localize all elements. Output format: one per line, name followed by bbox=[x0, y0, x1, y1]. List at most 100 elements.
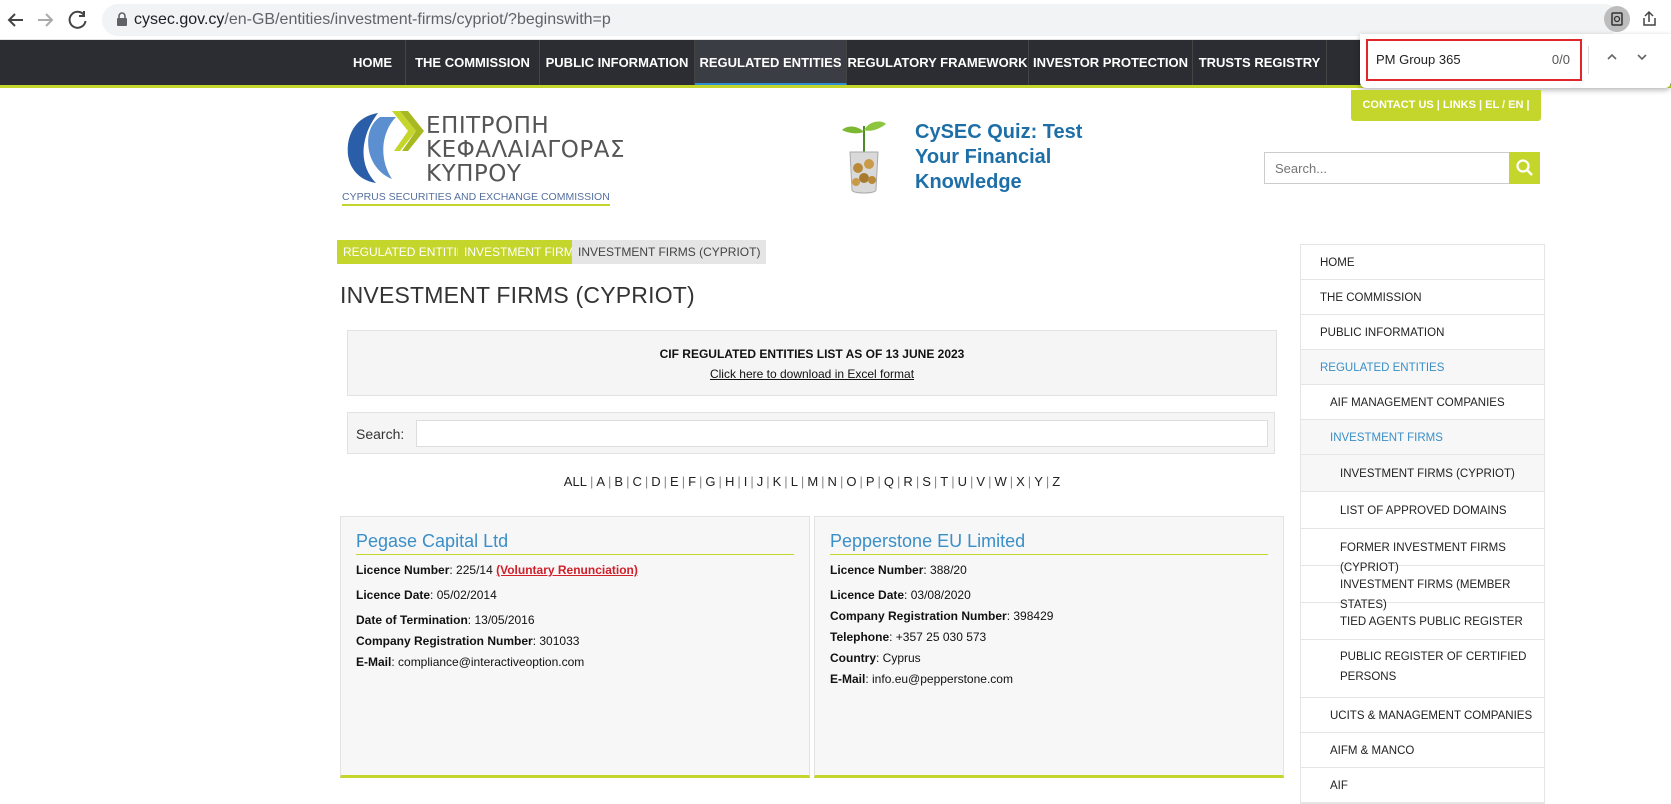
alphabet-letter-v[interactable]: V bbox=[976, 474, 985, 489]
topnav-regulatory-framework[interactable]: REGULATORY FRAMEWORK bbox=[847, 40, 1029, 85]
excel-download-link[interactable]: Click here to download in Excel format bbox=[348, 367, 1276, 381]
sidebar-item-member-states[interactable]: INVESTMENT FIRMS (MEMBER STATES) bbox=[1301, 566, 1544, 611]
alphabet-separator: | bbox=[644, 474, 649, 489]
topnav-trusts-registry[interactable]: TRUSTS REGISTRY bbox=[1193, 40, 1327, 85]
alphabet-letter-n[interactable]: N bbox=[828, 474, 837, 489]
chevron-down-icon[interactable] bbox=[1630, 46, 1654, 74]
sidebar-item-tied-agents[interactable]: TIED AGENTS PUBLIC REGISTER bbox=[1301, 603, 1544, 640]
logo-greek-line-2: ΚΕΦΑΛΑΙΑΓΟΡΑΣ bbox=[426, 137, 625, 163]
topnav-the-commission[interactable]: THE COMMISSION bbox=[406, 40, 540, 85]
alphabet-letter-f[interactable]: F bbox=[688, 474, 696, 489]
sidebar-item-label: INVESTMENT FIRMS (CYPRIOT) bbox=[1340, 468, 1515, 480]
sidebar-item-certified-persons[interactable]: PUBLIC REGISTER OF CERTIFIED PERSONS bbox=[1301, 640, 1544, 698]
alphabet-letter-e[interactable]: E bbox=[670, 474, 679, 489]
firm-licence-number: Licence Number: 388/20 bbox=[830, 563, 967, 577]
sidebar-item-label: AIFM & MANCO bbox=[1330, 745, 1415, 757]
site-search-input[interactable] bbox=[1265, 153, 1510, 183]
plant-jar-icon[interactable] bbox=[836, 118, 892, 196]
address-bar[interactable]: cysec.gov.cy/en-GB/entities/investment-f… bbox=[102, 4, 1620, 36]
alphabet-separator: | bbox=[750, 474, 754, 489]
alphabet-letter-s[interactable]: S bbox=[922, 474, 931, 489]
field-value: 388/20 bbox=[930, 563, 967, 577]
alphabet-letter-o[interactable]: O bbox=[846, 474, 856, 489]
firm-registration-number: Company Registration Number: 301033 bbox=[356, 634, 580, 648]
field-label: Country bbox=[830, 651, 876, 665]
alphabet-letter-c[interactable]: C bbox=[632, 474, 641, 489]
sidebar-item-aif-management-companies[interactable]: AIF MANAGEMENT COMPANIES bbox=[1301, 385, 1544, 420]
alphabet-separator: | bbox=[877, 474, 881, 489]
alphabet-letter-b[interactable]: B bbox=[614, 474, 623, 489]
sidebar-item-former-investment-firms[interactable]: FORMER INVESTMENT FIRMS (CYPRIOT) bbox=[1301, 529, 1544, 574]
field-label: Licence Date bbox=[356, 588, 431, 602]
list-search-input[interactable] bbox=[416, 420, 1268, 447]
alphabet-separator: | bbox=[859, 474, 863, 489]
alphabet-letter-r[interactable]: R bbox=[903, 474, 912, 489]
alphabet-separator: | bbox=[988, 474, 992, 489]
sidebar-item-regulated-entities[interactable]: REGULATED ENTITIES bbox=[1301, 350, 1544, 385]
back-arrow-icon[interactable] bbox=[4, 8, 28, 32]
alphabet-separator: | bbox=[718, 474, 722, 489]
alphabet-letter-q[interactable]: Q bbox=[884, 474, 894, 489]
alphabet-separator: | bbox=[897, 474, 901, 489]
lock-icon bbox=[117, 12, 127, 26]
sidebar-item-aifm-manco[interactable]: AIFM & MANCO bbox=[1301, 733, 1544, 768]
alphabet-letter-h[interactable]: H bbox=[725, 474, 734, 489]
voluntary-renunciation-link[interactable]: (Voluntary Renunciation) bbox=[496, 563, 638, 577]
firm-name[interactable]: Pepperstone EU Limited bbox=[830, 531, 1268, 555]
field-value: Cyprus bbox=[882, 651, 921, 665]
alphabet-letter-u[interactable]: U bbox=[958, 474, 967, 489]
forward-arrow-icon[interactable] bbox=[33, 8, 57, 32]
sidebar-item-the-commission[interactable]: THE COMMISSION bbox=[1301, 280, 1544, 315]
firm-email: E-Mail: info.eu@pepperstone.com bbox=[830, 672, 1013, 686]
find-page-icon[interactable] bbox=[1604, 6, 1630, 32]
alphabet-letter-all[interactable]: ALL bbox=[564, 474, 587, 489]
firm-country: Country: Cyprus bbox=[830, 651, 921, 665]
alphabet-letter-z[interactable]: Z bbox=[1052, 474, 1060, 489]
site-search-button[interactable] bbox=[1509, 152, 1540, 184]
alphabet-letter-m[interactable]: M bbox=[807, 474, 818, 489]
sidebar-item-ucits[interactable]: UCITS & MANAGEMENT COMPANIES bbox=[1301, 698, 1544, 733]
alphabet-letter-y[interactable]: Y bbox=[1034, 474, 1043, 489]
alphabet-letter-k[interactable]: K bbox=[773, 474, 782, 489]
alphabet-letter-g[interactable]: G bbox=[705, 474, 715, 489]
share-icon[interactable] bbox=[1636, 6, 1662, 32]
reload-icon[interactable] bbox=[66, 8, 90, 32]
sidebar-item-label: HOME bbox=[1320, 257, 1355, 269]
topnav-home[interactable]: HOME bbox=[340, 40, 406, 85]
firm-name[interactable]: Pegase Capital Ltd bbox=[356, 531, 794, 555]
breadcrumb-investment-firms[interactable]: INVESTMENT FIRMS bbox=[458, 240, 588, 264]
alphabet-letter-x[interactable]: X bbox=[1016, 474, 1025, 489]
cysec-logo[interactable]: ΕΠΙΤΡΟΠΗ ΚΕΦΑΛΑΙΑΓΟΡΑΣ ΚΥΠΡΟΥ CYPRUS SEC… bbox=[340, 105, 625, 207]
topnav-regulated-entities[interactable]: REGULATED ENTITIES bbox=[695, 40, 847, 85]
alphabet-separator: | bbox=[737, 474, 741, 489]
topnav-investor-protection[interactable]: INVESTOR PROTECTION bbox=[1029, 40, 1193, 85]
sidebar-item-public-information[interactable]: PUBLIC INFORMATION bbox=[1301, 315, 1544, 350]
find-query: PM Group 365 bbox=[1376, 52, 1461, 67]
sidebar-item-approved-domains[interactable]: LIST OF APPROVED DOMAINS bbox=[1301, 492, 1544, 529]
sidebar-item-investment-firms-cypriot[interactable]: INVESTMENT FIRMS (CYPRIOT) bbox=[1301, 455, 1544, 492]
search-icon bbox=[1516, 159, 1533, 176]
field-label: Licence Date bbox=[830, 588, 905, 602]
firm-licence-date: Licence Date: 05/02/2014 bbox=[356, 588, 497, 602]
alphabet-letter-p[interactable]: P bbox=[866, 474, 875, 489]
utility-links[interactable]: CONTACT US | LINKS | EL / EN | bbox=[1351, 90, 1541, 121]
quiz-banner-link[interactable]: CySEC Quiz: Test Your Financial Knowledg… bbox=[915, 120, 1115, 195]
list-search-label: Search: bbox=[356, 426, 405, 442]
chevron-up-icon[interactable] bbox=[1600, 46, 1624, 74]
sidebar-item-home[interactable]: HOME bbox=[1301, 245, 1544, 280]
alphabet-letter-i[interactable]: I bbox=[744, 474, 748, 489]
alphabet-letter-d[interactable]: D bbox=[651, 474, 660, 489]
sidebar-item-investment-firms[interactable]: INVESTMENT FIRMS bbox=[1301, 420, 1544, 455]
find-input[interactable]: PM Group 365 0/0 bbox=[1366, 39, 1582, 81]
alphabet-letter-l[interactable]: L bbox=[791, 474, 798, 489]
topnav-public-information[interactable]: PUBLIC INFORMATION bbox=[540, 40, 695, 85]
alphabet-letter-t[interactable]: T bbox=[940, 474, 948, 489]
find-divider bbox=[1588, 46, 1589, 74]
site-search-box bbox=[1264, 152, 1510, 184]
quiz-line-3: Knowledge bbox=[915, 171, 1022, 193]
sidebar-item-aif[interactable]: AIF bbox=[1301, 768, 1544, 803]
alphabet-letter-j[interactable]: J bbox=[757, 474, 764, 489]
alphabet-letter-a[interactable]: A bbox=[596, 474, 605, 489]
alphabet-letter-w[interactable]: W bbox=[994, 474, 1006, 489]
breadcrumb-current: INVESTMENT FIRMS (CYPRIOT) bbox=[572, 240, 767, 264]
